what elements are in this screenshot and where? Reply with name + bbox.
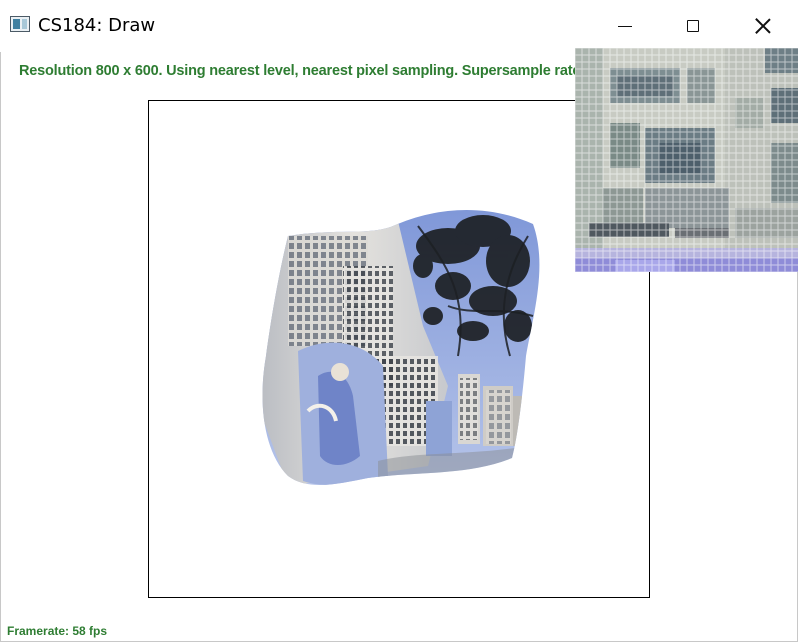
app-window-icon	[10, 16, 30, 32]
maximize-icon	[687, 20, 699, 32]
maximize-button[interactable]	[658, 0, 728, 52]
minimize-button[interactable]	[590, 0, 660, 52]
pixel-zoom-inspector	[575, 48, 798, 272]
window-title: CS184: Draw	[38, 15, 156, 36]
minimize-icon	[618, 25, 632, 27]
sampling-status-text: Resolution 800 x 600. Using nearest leve…	[19, 63, 658, 79]
close-icon	[755, 18, 771, 34]
framerate-readout: Framerate: 58 fps	[7, 624, 108, 638]
close-button[interactable]	[728, 0, 798, 52]
warped-texture-image	[262, 209, 540, 485]
title-bar[interactable]: CS184: Draw	[0, 0, 798, 52]
